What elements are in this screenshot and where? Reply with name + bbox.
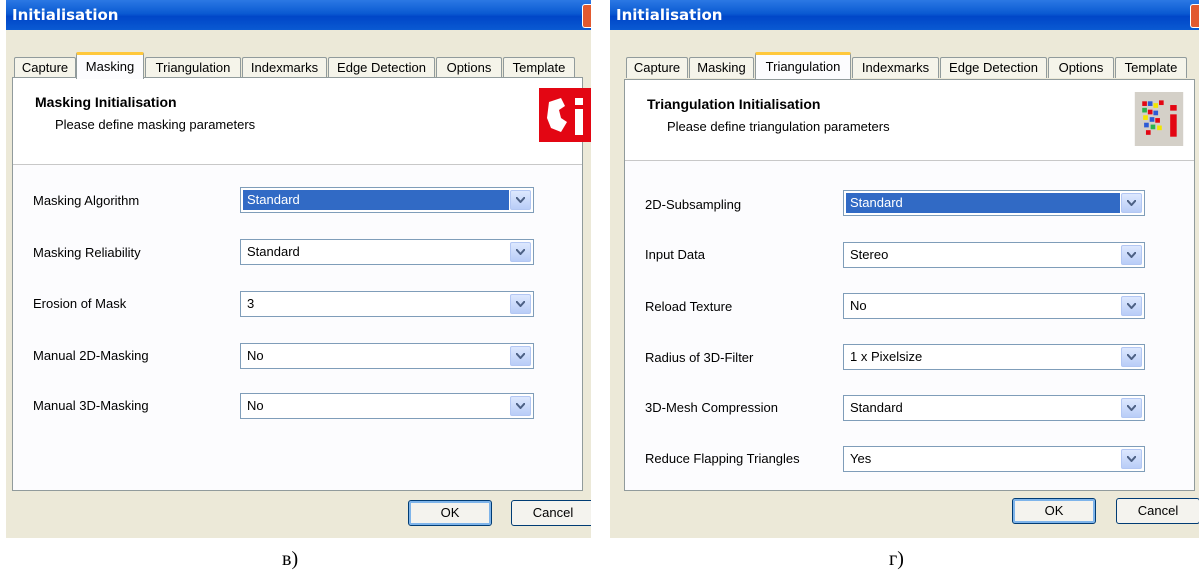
tab-edge-detection[interactable]: Edge Detection bbox=[328, 57, 435, 78]
select-value: Standard bbox=[247, 192, 300, 207]
tab-masking[interactable]: Masking bbox=[76, 52, 144, 79]
label-masking-reliability: Masking Reliability bbox=[33, 245, 141, 260]
select-value: Standard bbox=[850, 400, 903, 415]
dropdown-arrow-icon[interactable] bbox=[510, 190, 531, 210]
figure-caption-left: в) bbox=[282, 548, 299, 570]
window-title: Initialisation bbox=[616, 6, 723, 24]
erosion-of-mask-select[interactable]: 3 bbox=[240, 291, 534, 317]
app-logo-icon bbox=[539, 88, 591, 142]
close-icon[interactable] bbox=[582, 4, 591, 28]
title-bar: Initialisation bbox=[6, 0, 591, 30]
label-2d-subsampling: 2D-Subsampling bbox=[645, 197, 742, 212]
select-value: No bbox=[247, 348, 264, 363]
label-reload-texture: Reload Texture bbox=[645, 299, 733, 314]
select-value: No bbox=[247, 398, 264, 413]
tab-strip: Capture Masking Triangulation Indexmarks… bbox=[12, 52, 583, 79]
2d-subsampling-select[interactable]: Standard bbox=[843, 190, 1145, 216]
tab-panel: Masking Initialisation Please define mas… bbox=[12, 77, 591, 491]
dropdown-arrow-icon[interactable] bbox=[510, 396, 531, 416]
label-radius-of-3d-filter: Radius of 3D-Filter bbox=[645, 350, 754, 365]
select-value: No bbox=[850, 298, 867, 313]
manual-2d-masking-select[interactable]: No bbox=[240, 343, 534, 369]
tab-triangulation[interactable]: Triangulation bbox=[755, 52, 851, 79]
dropdown-arrow-icon[interactable] bbox=[1121, 193, 1142, 213]
tab-template[interactable]: Template bbox=[1115, 57, 1187, 78]
tab-edge-detection[interactable]: Edge Detection bbox=[940, 57, 1047, 78]
label-erosion-of-mask: Erosion of Mask bbox=[33, 296, 127, 311]
panel-header: Triangulation Initialisation Please defi… bbox=[625, 80, 1194, 161]
tab-triangulation[interactable]: Triangulation bbox=[145, 57, 241, 78]
title-bar: Initialisation bbox=[610, 0, 1199, 30]
cancel-button[interactable]: Cancel bbox=[1116, 498, 1199, 524]
select-value: Standard bbox=[850, 195, 903, 210]
ok-button[interactable]: OK bbox=[1012, 498, 1096, 524]
dropdown-arrow-icon[interactable] bbox=[1121, 398, 1142, 418]
tab-options[interactable]: Options bbox=[1048, 57, 1114, 78]
dropdown-arrow-icon[interactable] bbox=[1121, 296, 1142, 316]
tab-strip: Capture Masking Triangulation Indexmarks… bbox=[616, 52, 1195, 79]
dropdown-arrow-icon[interactable] bbox=[1121, 449, 1142, 469]
select-value: Stereo bbox=[850, 247, 889, 262]
reload-texture-select[interactable]: No bbox=[843, 293, 1145, 319]
app-logo-icon bbox=[1134, 92, 1184, 146]
select-value: Yes bbox=[850, 451, 872, 466]
masking-dialog: Initialisation Capture Masking Triangula… bbox=[6, 0, 591, 538]
figure-caption-right: г) bbox=[889, 548, 904, 570]
dropdown-arrow-icon[interactable] bbox=[1121, 347, 1142, 367]
close-icon[interactable] bbox=[1190, 4, 1199, 28]
label-masking-algorithm: Masking Algorithm bbox=[33, 193, 140, 208]
cancel-button[interactable]: Cancel bbox=[511, 500, 591, 526]
dropdown-arrow-icon[interactable] bbox=[1121, 245, 1142, 265]
tab-indexmarks[interactable]: Indexmarks bbox=[242, 57, 327, 78]
tab-masking[interactable]: Masking bbox=[689, 57, 754, 78]
select-value: 1 x Pixelsize bbox=[850, 349, 923, 364]
select-value: 3 bbox=[247, 296, 255, 311]
panel-header: Masking Initialisation Please define mas… bbox=[13, 78, 591, 165]
tab-indexmarks[interactable]: Indexmarks bbox=[852, 57, 939, 78]
header-subtitle: Please define triangulation parameters bbox=[667, 119, 890, 134]
input-data-select[interactable]: Stereo bbox=[843, 242, 1145, 268]
window-title: Initialisation bbox=[12, 6, 119, 24]
label-input-data: Input Data bbox=[645, 247, 705, 262]
radius-of-3d-filter-select[interactable]: 1 x Pixelsize bbox=[843, 344, 1145, 370]
triangulation-dialog: Initialisation Capture Masking Triangula… bbox=[610, 0, 1199, 538]
header-subtitle: Please define masking parameters bbox=[55, 117, 256, 132]
reduce-flapping-triangles-select[interactable]: Yes bbox=[843, 446, 1145, 472]
dropdown-arrow-icon[interactable] bbox=[510, 346, 531, 366]
dropdown-arrow-icon[interactable] bbox=[510, 242, 531, 262]
label-reduce-flapping-triangles: Reduce Flapping Triangles bbox=[645, 451, 800, 466]
ok-button[interactable]: OK bbox=[408, 500, 492, 526]
tab-options[interactable]: Options bbox=[436, 57, 502, 78]
masking-algorithm-select[interactable]: Standard bbox=[240, 187, 534, 213]
label-manual-3d-masking: Manual 3D-Masking bbox=[33, 398, 149, 413]
masking-reliability-select[interactable]: Standard bbox=[240, 239, 534, 265]
label-manual-2d-masking: Manual 2D-Masking bbox=[33, 348, 149, 363]
3d-mesh-compression-select[interactable]: Standard bbox=[843, 395, 1145, 421]
dropdown-arrow-icon[interactable] bbox=[510, 294, 531, 314]
tab-panel: Triangulation Initialisation Please defi… bbox=[624, 79, 1195, 491]
manual-3d-masking-select[interactable]: No bbox=[240, 393, 534, 419]
tab-template[interactable]: Template bbox=[503, 57, 575, 78]
header-title: Masking Initialisation bbox=[35, 94, 177, 110]
tab-capture[interactable]: Capture bbox=[14, 57, 76, 78]
select-value: Standard bbox=[247, 244, 300, 259]
header-title: Triangulation Initialisation bbox=[647, 96, 821, 112]
label-3d-mesh-compression: 3D-Mesh Compression bbox=[645, 400, 778, 415]
tab-capture[interactable]: Capture bbox=[626, 57, 688, 78]
